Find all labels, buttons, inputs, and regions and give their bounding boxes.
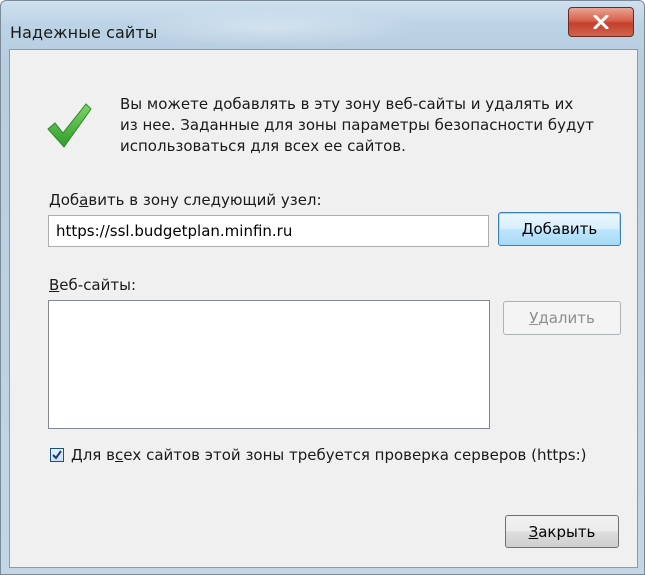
https-required-row[interactable]: Для всех сайтов этой зоны требуется пров… (50, 446, 587, 464)
remove-button-accelerator: У (529, 309, 539, 327)
https-required-label: Для всех сайтов этой зоны требуется пров… (71, 446, 587, 464)
info-line-2: из нее. Заданные для зоны параметры безо… (120, 116, 595, 134)
add-button[interactable]: Добавить (498, 212, 621, 246)
https-label-part: Для в (71, 446, 115, 464)
info-line-1: Вы можете добавлять в эту зону веб-сайты… (120, 95, 574, 113)
dialog-window: Надежные сайты Вы можете добавлять в эту… (0, 0, 645, 575)
window-close-button[interactable] (568, 7, 634, 37)
site-url-input[interactable] (48, 215, 489, 247)
add-site-label: Добавить в зону следующий узел: (49, 191, 322, 209)
websites-label: Веб-сайты: (49, 276, 136, 294)
close-button-label: акрыть (538, 522, 596, 541)
add-site-label-part: Доб (49, 191, 80, 209)
close-button-accelerator: З (528, 522, 539, 541)
close-icon (593, 15, 609, 29)
websites-list[interactable] (48, 300, 490, 429)
close-button[interactable]: Закрыть (505, 515, 619, 548)
https-label-rest: ех сайтов этой зоны требуется проверка с… (123, 446, 587, 464)
window-title: Надежные сайты (10, 23, 158, 42)
checkmark-icon (52, 450, 62, 460)
remove-button-label: далить (538, 309, 595, 327)
https-required-checkbox[interactable] (50, 448, 64, 462)
websites-label-accelerator: В (49, 276, 60, 294)
websites-label-rest: еб-сайты: (59, 276, 137, 294)
https-label-accelerator: с (114, 446, 124, 464)
add-site-label-rest: вить в зону следующий узел: (88, 191, 322, 209)
info-line-3: использоваться для всех ее сайтов. (120, 137, 406, 155)
remove-button[interactable]: Удалить (503, 301, 621, 335)
dialog-client-area: Вы можете добавлять в эту зону веб-сайты… (9, 49, 638, 568)
green-checkmark-icon (47, 103, 92, 148)
info-text: Вы можете добавлять в эту зону веб-сайты… (120, 94, 620, 157)
add-site-label-accelerator: а (79, 191, 89, 209)
